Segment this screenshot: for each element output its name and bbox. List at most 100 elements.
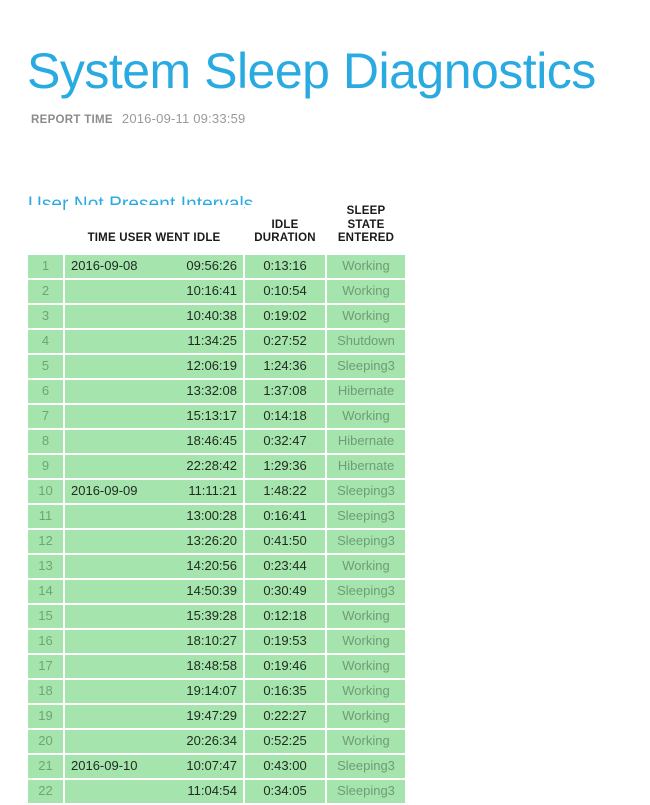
idle-duration-cell: 1:48:22 (245, 479, 325, 503)
table-row: 13 14:20:56 0:23:44 Working (28, 554, 405, 578)
idle-date: 2016-09-09 (71, 483, 138, 498)
idle-duration-cell: 0:19:02 (245, 304, 325, 328)
row-index-cell: 3 (28, 304, 63, 328)
idle-duration-cell: 1:24:36 (245, 354, 325, 378)
time-user-went-idle-cell: 12:06:19 (65, 354, 243, 378)
column-header-idle-duration-line1: IDLE (271, 218, 299, 231)
sleep-state-entered-cell: Hibernate (327, 429, 405, 453)
idle-time: 09:56:26 (186, 258, 237, 273)
idle-duration-cell: 0:14:18 (245, 404, 325, 428)
time-user-went-idle-inner: 14:20:56 (71, 558, 237, 574)
row-index-cell: 9 (28, 454, 63, 478)
time-user-went-idle-inner: 14:50:39 (71, 583, 237, 599)
idle-time: 22:28:42 (186, 458, 237, 473)
table-header: TIME USER WENT IDLE IDLE DURATION SLEEP … (28, 205, 405, 253)
sleep-state-entered-cell: Shutdown (327, 329, 405, 353)
column-header-time-user-went-idle: TIME USER WENT IDLE (65, 205, 243, 253)
idle-time: 13:26:20 (186, 533, 237, 548)
idle-duration-cell: 0:27:52 (245, 329, 325, 353)
time-user-went-idle-inner: 2016-09-09 11:11:21 (71, 483, 237, 499)
column-header-sleep-state-entered: SLEEP STATE ENTERED (327, 205, 405, 253)
time-user-went-idle-inner: 18:48:58 (71, 658, 237, 674)
column-header-sleep-state-entered-line2: STATE (347, 218, 385, 231)
table-body: 1 2016-09-08 09:56:26 0:13:16 Working 2 10:16:… (28, 254, 405, 803)
sleep-state-entered-cell: Hibernate (327, 379, 405, 403)
idle-duration-cell: 0:16:41 (245, 504, 325, 528)
time-user-went-idle-cell: 22:28:42 (65, 454, 243, 478)
time-user-went-idle-cell: 19:14:07 (65, 679, 243, 703)
time-user-went-idle-inner: 11:34:25 (71, 333, 237, 349)
table-row: 9 22:28:42 1:29:36 Hibernate (28, 454, 405, 478)
sleep-state-entered-cell: Working (327, 554, 405, 578)
sleep-state-entered-cell: Sleeping3 (327, 779, 405, 803)
idle-time: 15:39:28 (186, 608, 237, 623)
row-index-cell: 21 (28, 754, 63, 778)
time-user-went-idle-inner: 12:06:19 (71, 358, 237, 374)
row-index-cell: 14 (28, 579, 63, 603)
table-row: 8 18:46:45 0:32:47 Hibernate (28, 429, 405, 453)
idle-time: 10:07:47 (186, 758, 237, 773)
idle-duration-cell: 0:19:46 (245, 654, 325, 678)
row-index-cell: 10 (28, 479, 63, 503)
table-row: 6 13:32:08 1:37:08 Hibernate (28, 379, 405, 403)
time-user-went-idle-cell: 18:46:45 (65, 429, 243, 453)
idle-duration-cell: 1:29:36 (245, 454, 325, 478)
sleep-state-entered-cell: Working (327, 304, 405, 328)
idle-duration-cell: 0:12:18 (245, 604, 325, 628)
idle-time: 13:32:08 (186, 383, 237, 398)
time-user-went-idle-inner: 19:14:07 (71, 683, 237, 699)
table-row: 5 12:06:19 1:24:36 Sleeping3 (28, 354, 405, 378)
idle-duration-cell: 0:23:44 (245, 554, 325, 578)
sleep-state-entered-cell: Working (327, 729, 405, 753)
column-header-sleep-state-entered-line3: ENTERED (337, 232, 395, 244)
time-user-went-idle-cell: 15:13:17 (65, 404, 243, 428)
time-user-went-idle-cell: 14:50:39 (65, 579, 243, 603)
idle-duration-cell: 0:34:05 (245, 779, 325, 803)
table-row: 17 18:48:58 0:19:46 Working (28, 654, 405, 678)
idle-duration-cell: 0:32:47 (245, 429, 325, 453)
row-index-cell: 5 (28, 354, 63, 378)
idle-duration-cell: 0:52:25 (245, 729, 325, 753)
sleep-state-entered-cell: Sleeping3 (327, 479, 405, 503)
idle-time: 11:11:21 (188, 483, 237, 498)
time-user-went-idle-cell: 2016-09-08 09:56:26 (65, 254, 243, 278)
idle-time: 14:50:39 (186, 583, 237, 598)
sleep-state-entered-cell: Working (327, 704, 405, 728)
idle-duration-cell: 0:13:16 (245, 254, 325, 278)
report-page: System Sleep Diagnostics REPORT TIME 201… (0, 0, 650, 803)
idle-date: 2016-09-10 (71, 758, 138, 773)
idle-time: 11:04:54 (187, 783, 237, 798)
sleep-state-entered-cell: Sleeping3 (327, 504, 405, 528)
table-row: 2 10:16:41 0:10:54 Working (28, 279, 405, 303)
time-user-went-idle-inner: 11:04:54 (71, 783, 237, 799)
time-user-went-idle-inner: 13:32:08 (71, 383, 237, 399)
time-user-went-idle-cell: 18:10:27 (65, 629, 243, 653)
table-row: 20 20:26:34 0:52:25 Working (28, 729, 405, 753)
sleep-state-entered-cell: Working (327, 404, 405, 428)
time-user-went-idle-cell: 10:40:38 (65, 304, 243, 328)
column-header-idle-duration: IDLE DURATION (245, 205, 325, 253)
table-row: 16 18:10:27 0:19:53 Working (28, 629, 405, 653)
row-index-cell: 7 (28, 404, 63, 428)
table-row: 7 15:13:17 0:14:18 Working (28, 404, 405, 428)
idle-time: 12:06:19 (186, 358, 237, 373)
report-time: REPORT TIME 2016-09-11 09:33:59 (31, 111, 245, 126)
idle-time: 11:34:25 (187, 333, 237, 348)
idle-duration-cell: 0:16:35 (245, 679, 325, 703)
idle-time: 15:13:17 (186, 408, 237, 423)
idle-duration-cell: 0:30:49 (245, 579, 325, 603)
idle-time: 18:10:27 (186, 633, 237, 648)
column-header-idle-duration-line2: DURATION (254, 232, 316, 244)
idle-time: 10:16:41 (186, 283, 237, 298)
table-row: 18 19:14:07 0:16:35 Working (28, 679, 405, 703)
idle-time: 14:20:56 (186, 558, 237, 573)
table-row: 14 14:50:39 0:30:49 Sleeping3 (28, 579, 405, 603)
column-header-time-user-went-idle-label: TIME USER WENT IDLE (87, 232, 221, 244)
time-user-went-idle-inner: 13:26:20 (71, 533, 237, 549)
time-user-went-idle-inner: 15:39:28 (71, 608, 237, 624)
row-index-cell: 2 (28, 279, 63, 303)
row-index-cell: 1 (28, 254, 63, 278)
row-index-cell: 12 (28, 529, 63, 553)
row-index-cell: 18 (28, 679, 63, 703)
sleep-state-entered-cell: Sleeping3 (327, 354, 405, 378)
